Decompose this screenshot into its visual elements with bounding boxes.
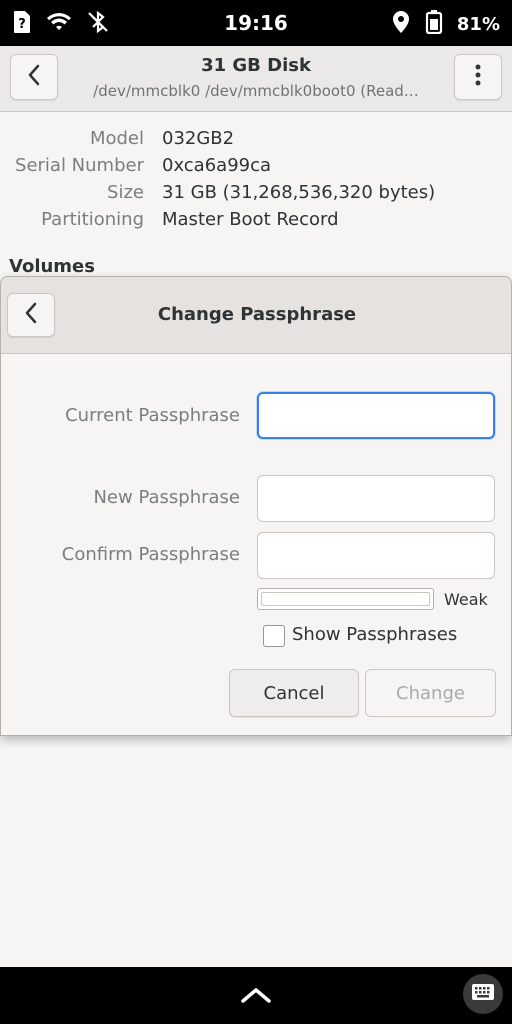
show-passphrases-label[interactable]: Show Passphrases — [292, 624, 457, 645]
change-passphrase-dialog: Change Passphrase Current Passphrase New… — [0, 276, 512, 736]
info-label: Serial Number — [15, 155, 144, 176]
info-row-size: Size 31 GB (31,268,536,320 bytes) — [0, 182, 512, 209]
new-passphrase-input[interactable] — [257, 475, 495, 522]
info-label: Size — [107, 182, 144, 203]
cancel-button[interactable]: Cancel — [229, 669, 359, 717]
page-subtitle: /dev/mmcblk0 /dev/mmcblk0boot0 (Read… — [93, 82, 419, 100]
chevron-up-icon[interactable] — [240, 985, 272, 1005]
disk-info: Model 032GB2 Serial Number 0xca6a99ca Si… — [0, 128, 512, 236]
volumes-heading: Volumes — [9, 256, 95, 277]
current-passphrase-input[interactable] — [257, 392, 495, 439]
more-vertical-icon — [475, 64, 481, 90]
menu-button[interactable] — [454, 54, 502, 100]
chevron-left-icon — [24, 302, 38, 328]
strength-bar-fill — [261, 592, 430, 606]
dialog-header: Change Passphrase — [1, 277, 511, 354]
keyboard-icon — [471, 983, 495, 1005]
back-button[interactable] — [10, 54, 58, 100]
info-row-partitioning: Partitioning Master Boot Record — [0, 209, 512, 236]
navigation-bar — [0, 967, 512, 1024]
info-value: Master Boot Record — [162, 209, 339, 230]
dialog-back-button[interactable] — [7, 293, 55, 337]
change-button[interactable]: Change — [365, 669, 496, 717]
current-passphrase-label: Current Passphrase — [65, 405, 240, 426]
dialog-title: Change Passphrase — [157, 304, 357, 325]
keyboard-toggle-button[interactable] — [463, 974, 503, 1014]
location-icon — [391, 10, 411, 38]
status-bar: ? 19:16 81% — [0, 0, 512, 46]
battery-icon — [425, 10, 443, 38]
confirm-passphrase-input[interactable] — [257, 532, 495, 579]
info-value: 31 GB (31,268,536,320 bytes) — [162, 182, 436, 203]
info-value: 0xca6a99ca — [162, 155, 272, 176]
info-row-serial: Serial Number 0xca6a99ca — [0, 155, 512, 182]
header-bar: 31 GB Disk /dev/mmcblk0 /dev/mmcblk0boot… — [0, 46, 512, 112]
new-passphrase-label: New Passphrase — [93, 487, 240, 508]
strength-label: Weak — [444, 590, 488, 609]
info-row-model: Model 032GB2 — [0, 128, 512, 155]
passphrase-strength-bar — [257, 588, 434, 610]
status-icons-right: 81% — [391, 10, 500, 38]
page-title: 31 GB Disk — [201, 55, 311, 76]
info-value: 032GB2 — [162, 128, 235, 149]
info-label: Partitioning — [41, 209, 144, 230]
confirm-passphrase-label: Confirm Passphrase — [61, 544, 240, 565]
chevron-left-icon — [27, 64, 41, 90]
battery-percent: 81% — [456, 13, 500, 35]
show-passphrases-checkbox[interactable] — [263, 625, 285, 647]
info-label: Model — [89, 128, 144, 149]
